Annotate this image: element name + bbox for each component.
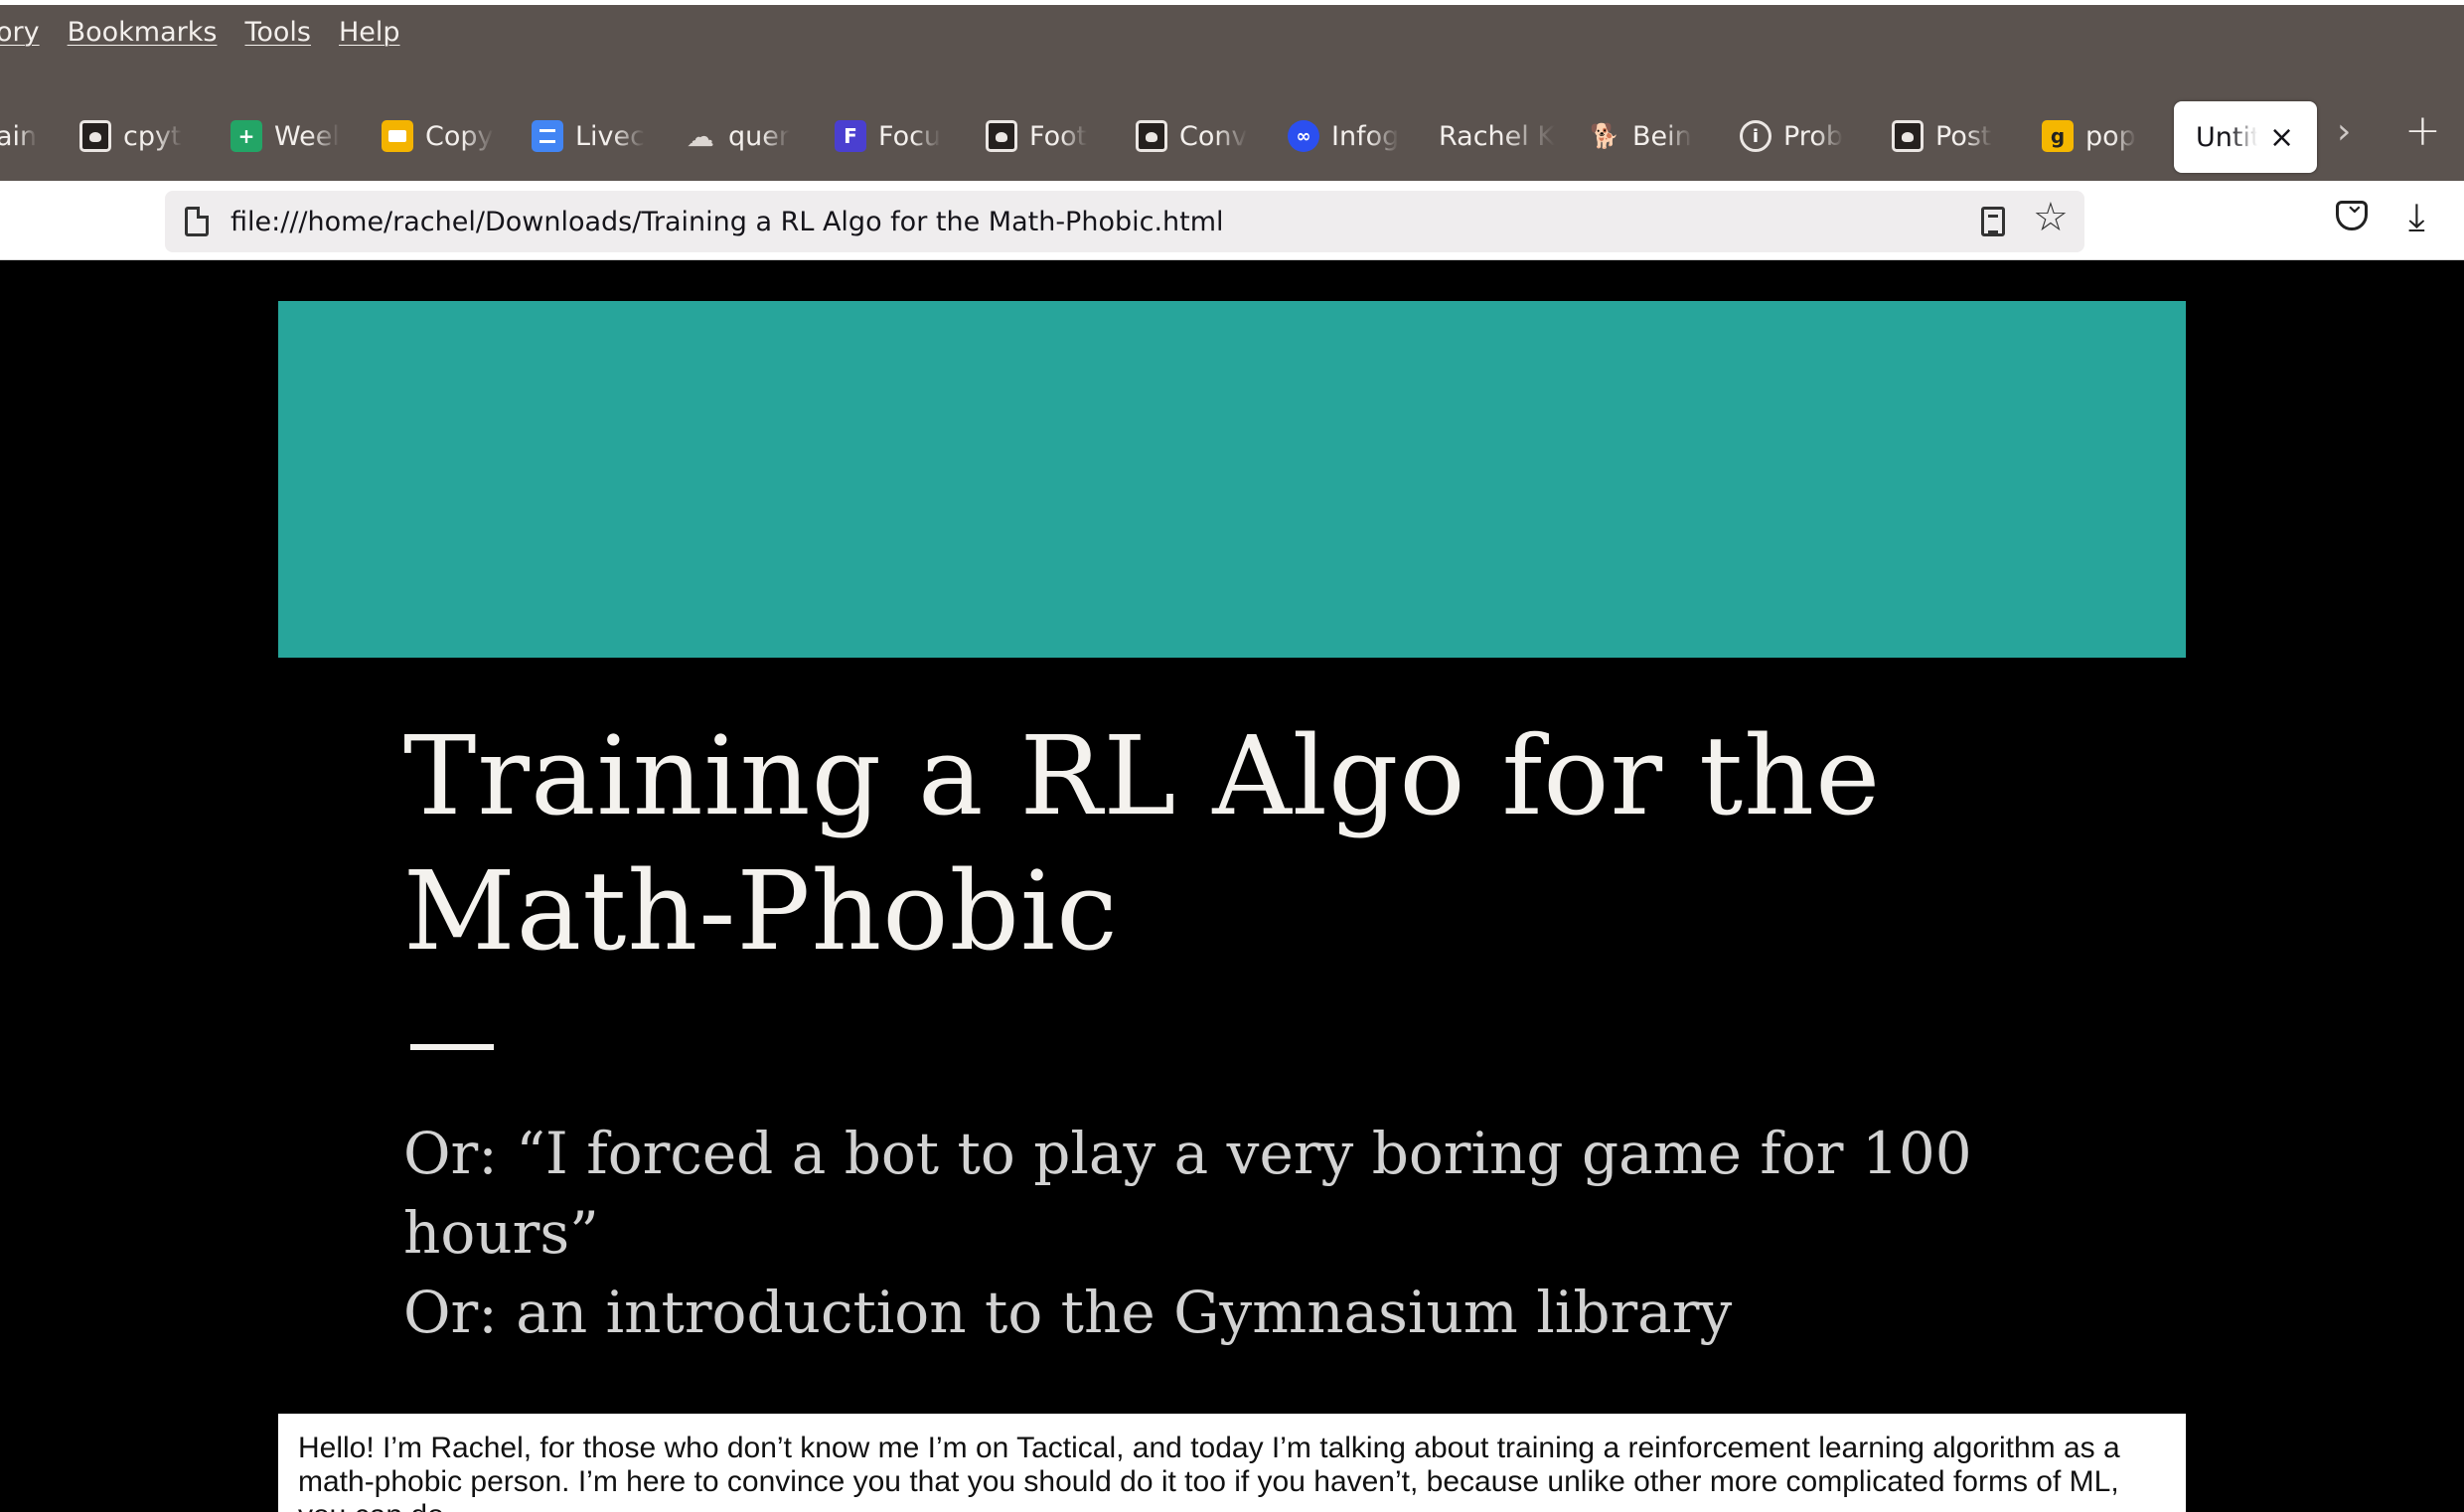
google-docs-icon [532,120,563,152]
tab-label: ain [0,120,38,152]
menu-bar: ory Bookmarks Tools Help [0,5,428,59]
github-icon [1136,120,1167,152]
tab-label: Bein [1632,120,1692,152]
browser-tab[interactable]: Livec [532,101,671,171]
subtitle-line-2: Or: an introduction to the Gymnasium lib… [403,1279,1733,1346]
tab-label: Foot [1029,120,1088,152]
title-divider [410,1044,494,1050]
cloud-icon: ☁ [687,119,714,153]
infogram-icon: ∞ [1288,120,1319,152]
browser-tab[interactable]: F Focu [835,101,974,171]
dog-icon: 🐕 [1590,122,1619,150]
browser-tab[interactable]: + Weel [231,101,370,171]
browser-tab[interactable]: 🐕 Bein [1589,101,1728,171]
google-slides-icon [382,120,413,152]
tab-label: cpyt [123,120,182,152]
browser-tab[interactable]: ∞ Infog [1288,101,1427,171]
tab-scroll-right-icon[interactable]: › [2337,111,2351,152]
menu-tools[interactable]: Tools [244,17,311,48]
browser-tab[interactable]: Foot [986,101,1125,171]
tab-label: Livec [575,120,645,152]
new-tab-button[interactable]: + [2404,105,2441,156]
github-icon [986,120,1017,152]
browser-tab[interactable]: Post [1892,101,2031,171]
tab-label: Post [1935,120,1992,152]
browser-tab[interactable]: Conv [1136,101,1275,171]
tab-label: Prob [1783,120,1843,152]
browser-tab[interactable]: g pop [2042,101,2181,171]
browser-tab[interactable]: ☁ quer [685,101,824,171]
tab-label: quer [728,120,790,152]
navigation-bar: file:///home/rachel/Downloads/Training a… [0,181,2464,260]
tab-label: Focu [878,120,942,152]
menu-history[interactable]: ory [0,17,40,48]
active-tab-label: Untitle [2196,121,2257,153]
post-subtitle: Or: “I forced a bot to play a very borin… [403,1114,2092,1352]
g-app-icon: g [2042,120,2074,152]
menu-help[interactable]: Help [339,17,400,48]
reader-view-icon[interactable] [1981,207,2005,236]
url-bar[interactable]: file:///home/rachel/Downloads/Training a… [165,191,2084,252]
tab-strip: ain cpyt + Weel Copy Livec ☁ quer F Focu Foot Conv ∞… [0,101,2464,173]
url-text[interactable]: file:///home/rachel/Downloads/Training a… [231,207,1224,237]
tab-label: Infog [1331,120,1400,152]
browser-chrome: ory Bookmarks Tools Help ain cpyt + Weel Cop… [0,0,2464,181]
close-icon[interactable]: × [2269,120,2294,155]
browser-tab[interactable]: i Prob [1740,101,1879,171]
active-tab[interactable]: Untitle × [2174,101,2317,173]
tab-label: Conv [1179,120,1248,152]
post-body: Hello! I’m Rachel, for those who don’t k… [278,1414,2186,1512]
tab-label: Copy [425,120,494,152]
tab-label: Weel [274,120,340,152]
focus-f-icon: F [835,120,866,152]
info-icon: i [1740,120,1771,152]
subtitle-line-1: Or: “I forced a bot to play a very borin… [403,1120,1972,1267]
tab-label: Rachel K [1439,120,1556,152]
download-icon[interactable]: ⤓ [2408,195,2425,239]
bookmark-star-icon[interactable]: ☆ [2033,195,2069,240]
github-icon [1892,120,1924,152]
browser-tab[interactable]: cpyt [79,101,219,171]
tab-label: pop [2085,120,2136,152]
browser-tab[interactable]: Copy [382,101,521,171]
page-icon [185,207,209,236]
github-icon [79,120,111,152]
browser-tab[interactable]: Rachel K [1439,101,1578,171]
page-content: Training a RL Algo for the Math-Phobic O… [0,261,2464,1512]
google-sheets-icon: + [231,120,262,152]
post-title: Training a RL Algo for the Math-Phobic [403,712,1882,975]
menu-bookmarks[interactable]: Bookmarks [68,17,218,48]
hero-banner [278,301,2186,658]
